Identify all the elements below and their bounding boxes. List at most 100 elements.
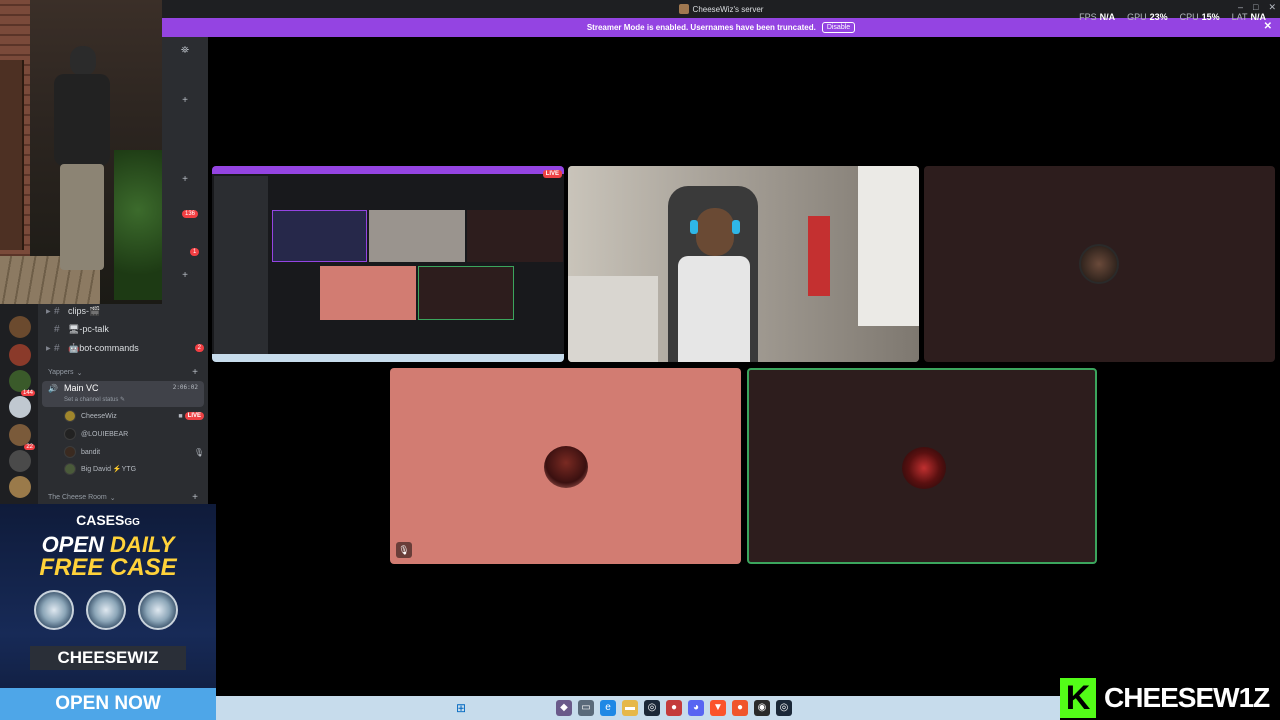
camera-icon: ■ xyxy=(178,412,183,420)
disable-streamer-mode-button[interactable]: Disable xyxy=(821,22,856,33)
steam-icon[interactable]: ◎ xyxy=(644,700,660,716)
nested-taskbar xyxy=(212,354,564,362)
add-channel-icon[interactable]: + xyxy=(162,174,208,185)
headset-light xyxy=(732,220,740,234)
door xyxy=(858,166,919,326)
add-channel-icon[interactable]: + xyxy=(162,95,208,106)
cpu-readout: CPU 15% xyxy=(1179,12,1220,22)
steam-icon[interactable]: ◎ xyxy=(776,700,792,716)
server-icon[interactable]: 144 xyxy=(9,370,35,396)
boxes xyxy=(808,216,830,296)
server-icon[interactable]: 22 xyxy=(9,424,35,450)
nested-camera xyxy=(369,210,465,262)
ad-brand: CASESGG xyxy=(76,512,140,528)
app-icon[interactable]: ● xyxy=(666,700,682,716)
person-shirt xyxy=(678,256,750,362)
channel-pc-talk[interactable]: # 🖥-pc-talk xyxy=(46,320,204,338)
voice-member[interactable]: bandit 🎙 xyxy=(64,444,204,460)
watch-image xyxy=(34,590,74,630)
screenshare-tile[interactable]: LIVE xyxy=(212,166,564,362)
nested-screenshare xyxy=(272,210,367,262)
channel-bot-commands[interactable]: ▶ # 🤖bot-commands 2 xyxy=(46,339,204,357)
member-name: Big David ⚡YTG xyxy=(81,466,137,473)
invite-people-icon[interactable]: ⛯ xyxy=(162,45,208,56)
voice-channel-timer: 2:06:02 xyxy=(172,384,198,391)
avatar xyxy=(64,410,76,422)
obs-icon[interactable]: ◉ xyxy=(754,700,770,716)
member-name: bandit xyxy=(81,448,101,456)
hash-icon: # xyxy=(54,342,60,354)
app-icon[interactable]: ● xyxy=(732,700,748,716)
live-badge: LIVE xyxy=(184,412,204,420)
camera-tile[interactable] xyxy=(568,166,919,362)
category-cheese-room[interactable]: The Cheese Room ⌄ xyxy=(48,494,116,502)
channel-sidebar: ▶ # clips-🎬 # 🖥-pc-talk ▶ # 🤖bot-command… xyxy=(38,304,208,504)
voice-member[interactable]: CheeseWiz ■ LIVE xyxy=(64,408,204,424)
gpu-readout: GPU 23% xyxy=(1127,12,1168,22)
banner-close-icon[interactable]: ✕ xyxy=(1264,21,1272,32)
start-icon[interactable]: ⊞ xyxy=(456,701,470,715)
channel-name: CHEESEW1Z xyxy=(1104,682,1270,713)
channel-clips[interactable]: ▶ # clips-🎬 xyxy=(46,302,204,320)
server-icon[interactable] xyxy=(9,476,31,498)
windows-taskbar: ⊞ ◆ ▭ e ▬ ◎ ● ◕ ▼ ● ◉ ◎ xyxy=(216,696,1060,720)
performance-overlay: FPS N/A GPU 23% CPU 15% LAT N/A xyxy=(1079,12,1266,22)
streamer-figure xyxy=(46,40,118,280)
voice-channel-main-vc[interactable]: 🔊 Main VC 2:06:02 Set a channel status ✎ xyxy=(42,381,204,407)
nested-banner xyxy=(212,166,564,174)
folder-icon[interactable]: ▬ xyxy=(622,700,638,716)
voice-member[interactable]: @LOUIEBEAR xyxy=(64,426,204,442)
muted-mic-icon: 🎙 xyxy=(396,542,412,558)
set-channel-status[interactable]: Set a channel status ✎ xyxy=(64,396,125,403)
server-rail: 144 22 xyxy=(0,304,38,504)
speaking-participant-tile[interactable] xyxy=(747,368,1097,564)
bed xyxy=(568,276,658,362)
mention-badge: 136 xyxy=(182,210,199,218)
pencil-icon: ✎ xyxy=(120,397,126,403)
add-channel-icon[interactable]: + xyxy=(192,492,198,503)
window-title: CheeseWiz's server xyxy=(692,4,764,14)
hash-icon: # xyxy=(54,323,60,335)
taskbar-apps: ◆ ▭ e ▬ ◎ ● ◕ ▼ ● ◉ ◎ xyxy=(556,700,792,716)
watch-image xyxy=(138,590,178,630)
server-icon[interactable] xyxy=(9,396,31,418)
kick-logo: K xyxy=(1060,678,1096,718)
nested-tile xyxy=(467,210,563,262)
fps-readout: FPS N/A xyxy=(1079,12,1116,22)
discord-icon[interactable]: ◕ xyxy=(688,700,704,716)
server-icon[interactable] xyxy=(9,450,31,472)
close-window-button[interactable]: ✕ xyxy=(1268,2,1276,13)
unread-badge: 144 xyxy=(20,390,35,396)
category-yappers[interactable]: Yappers ⌄ xyxy=(48,369,82,377)
channel-label: 🤖bot-commands xyxy=(68,342,139,353)
speaker-icon: 🔊 xyxy=(48,384,58,393)
potted-plant xyxy=(114,150,162,300)
person-head xyxy=(70,46,96,76)
headset-light xyxy=(690,220,698,234)
member-name: CheeseWiz xyxy=(81,412,117,420)
member-name: @LOUIEBEAR xyxy=(81,430,129,438)
casesgg-advertisement: CASESGG OPEN DAILY FREE CASE CHEESEWIZ O… xyxy=(0,504,216,720)
server-icon[interactable] xyxy=(9,344,31,366)
participant-tile[interactable]: 🎙 xyxy=(390,368,741,564)
add-channel-icon[interactable]: + xyxy=(192,367,198,378)
app-icon[interactable]: ◆ xyxy=(556,700,572,716)
screen: CheeseWiz's server – □ ✕ FPS N/A GPU 23% C… xyxy=(0,0,1280,720)
participant-tile[interactable] xyxy=(924,166,1275,362)
add-channel-icon[interactable]: + xyxy=(162,270,208,281)
chevron-right-icon: ▶ xyxy=(46,308,51,315)
hash-icon: # xyxy=(54,305,60,317)
unread-badge: 2 xyxy=(194,344,204,352)
voice-channel-name: Main VC xyxy=(64,383,99,393)
live-badge: LIVE xyxy=(542,170,562,178)
voice-member[interactable]: Big David ⚡YTG xyxy=(64,461,204,477)
server-icon[interactable] xyxy=(9,316,31,338)
brave-icon[interactable]: ▼ xyxy=(710,700,726,716)
task-view-icon[interactable]: ▭ xyxy=(578,700,594,716)
kick-watermark: K CHEESEW1Z xyxy=(1060,676,1280,720)
edge-icon[interactable]: e xyxy=(600,700,616,716)
chevron-down-icon: ⌄ xyxy=(109,495,116,502)
ad-cta: OPEN NOW xyxy=(0,688,216,720)
latency-readout: LAT N/A xyxy=(1231,12,1266,22)
person-hoodie xyxy=(54,74,110,166)
